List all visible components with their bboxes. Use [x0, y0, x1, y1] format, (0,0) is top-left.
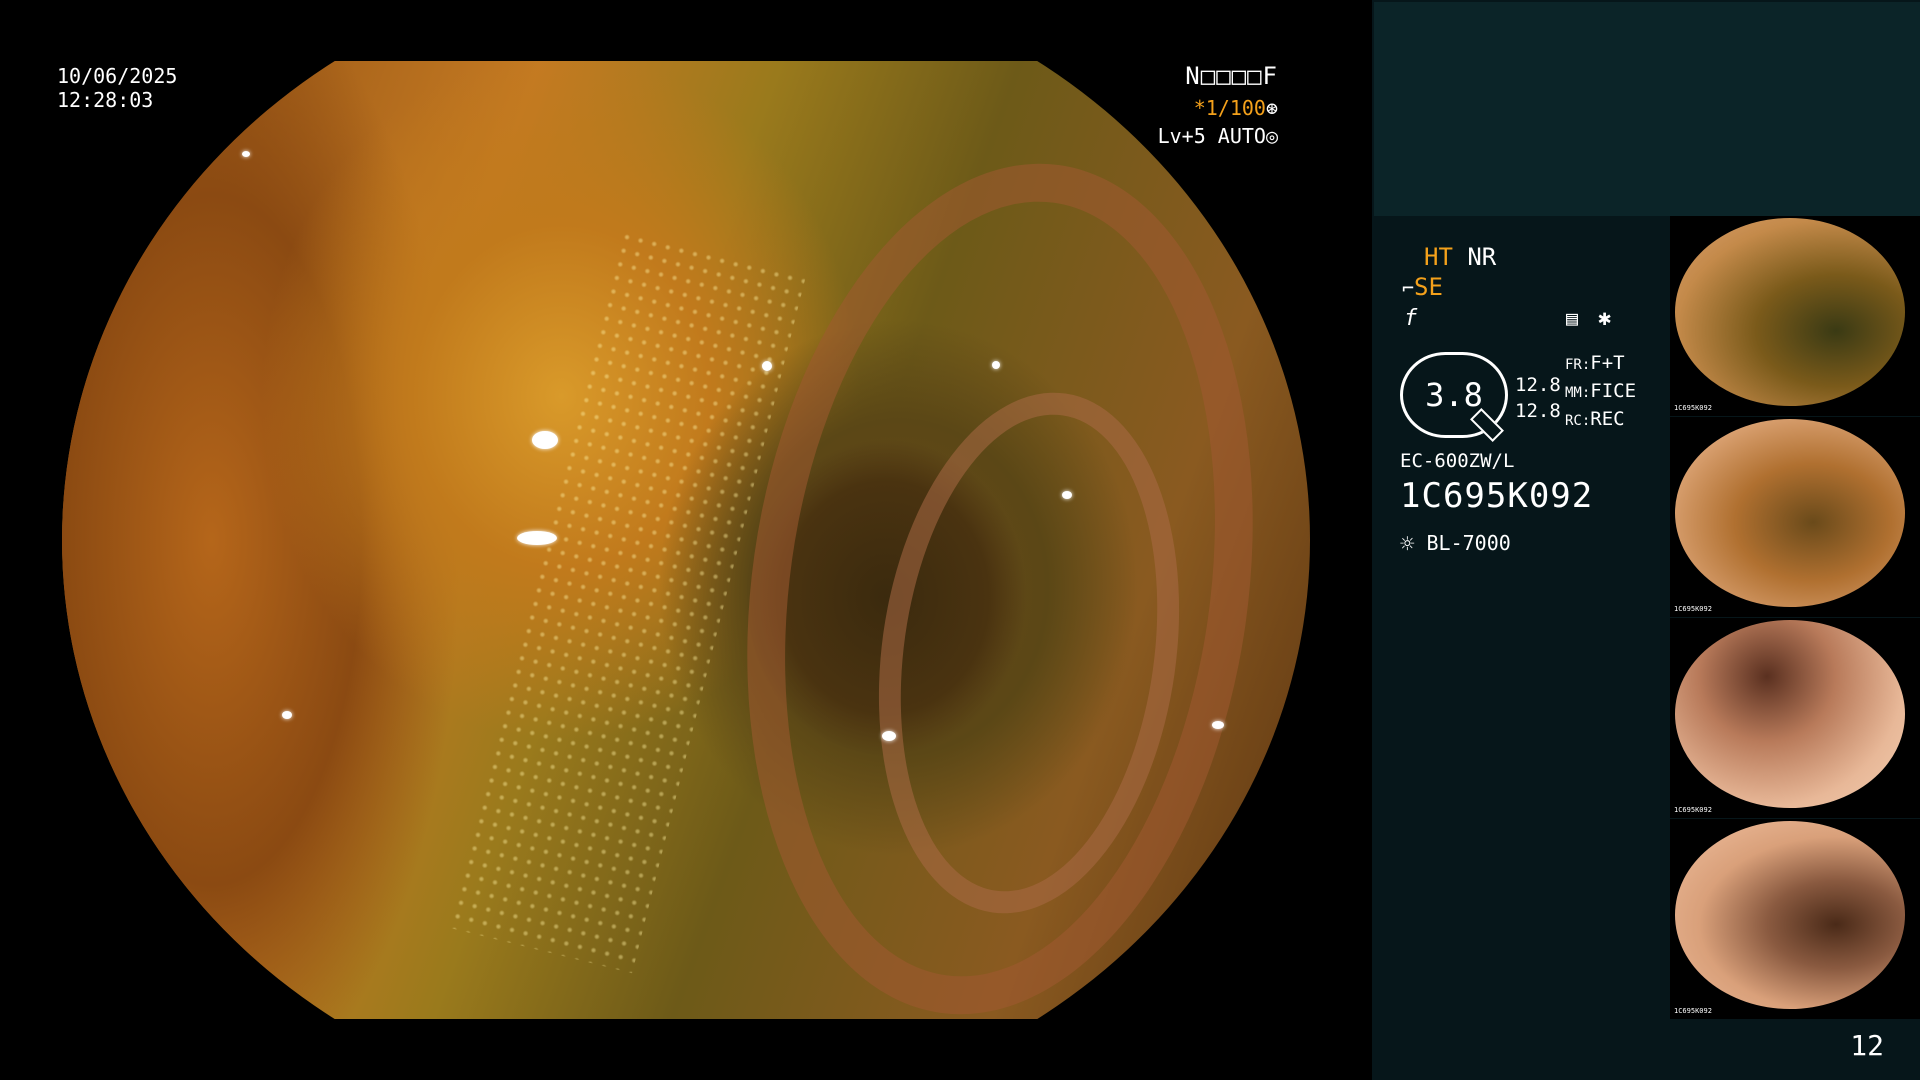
thumbnail[interactable]: 1C695K092	[1670, 618, 1920, 818]
specular-highlight	[992, 361, 1000, 369]
mm-value: FICE	[1590, 380, 1637, 402]
value-2: 12.8	[1515, 400, 1561, 422]
structure-icon: ⌐	[1402, 276, 1415, 300]
thumbnail-image	[1675, 218, 1905, 406]
device-info: HT NR ⌐SE f ▤ ✱ 3.8 12.8 12.8 FR:F+T MM:…	[1372, 240, 1672, 580]
rc-label: RC:	[1565, 413, 1591, 429]
page-number: 12	[1850, 1029, 1884, 1062]
thumbnail-image	[1675, 821, 1905, 1009]
ht-label: HT	[1424, 243, 1453, 271]
scope-model: EC-600ZW/L	[1400, 450, 1515, 472]
thumbnail-image	[1675, 419, 1905, 607]
shutter-text: *1/100	[1193, 96, 1266, 120]
settings-list-icon: ▤	[1566, 306, 1579, 330]
thumbnail-caption: 1C695K092	[1674, 806, 1712, 814]
light-source-icon: ☼	[1400, 530, 1415, 558]
fr-value: F+T	[1590, 352, 1625, 374]
specular-highlight	[762, 361, 772, 371]
zoom-badge: 3.8	[1400, 352, 1508, 442]
level-text: Lv+5 AUTO	[1157, 124, 1266, 148]
thumbnail-caption: 1C695K092	[1674, 1007, 1712, 1015]
specular-highlight	[532, 431, 558, 449]
specular-highlight	[1212, 721, 1224, 729]
specular-highlight	[1062, 491, 1072, 499]
mm-row: MM:FICE	[1565, 378, 1636, 406]
datetime: 10/06/2025 12:28:03	[57, 64, 177, 112]
se-label: SE	[1414, 273, 1443, 301]
numeric-values: 12.8 12.8	[1515, 372, 1561, 424]
capture-status: N□□□□F *1/100⊛ Lv+5 AUTO◎	[1158, 62, 1278, 150]
rc-row: RC:REC	[1565, 406, 1636, 434]
endoscopic-view	[62, 61, 1310, 1019]
light-source: ☼ BL-7000	[1400, 530, 1511, 558]
mm-label: MM:	[1565, 385, 1591, 401]
shutter-speed: *1/100⊛	[1158, 94, 1278, 122]
mode-list: FR:F+T MM:FICE RC:REC	[1565, 350, 1636, 434]
value-1: 12.8	[1515, 374, 1561, 396]
date-text: 10/06/2025	[57, 64, 178, 88]
thumbnail[interactable]: 1C695K092	[1670, 216, 1920, 416]
fr-row: FR:F+T	[1565, 350, 1636, 378]
thumbnail-caption: 1C695K092	[1674, 605, 1712, 613]
nr-label: NR	[1467, 243, 1497, 271]
iris-icon: ◎	[1265, 124, 1278, 148]
panel-header-area	[1374, 2, 1920, 216]
enhancement-row: HT NR	[1424, 243, 1496, 271]
rc-value: REC	[1590, 408, 1625, 430]
fr-label: FR:	[1565, 357, 1591, 373]
freeze-icon: f	[1404, 306, 1418, 331]
asterisk-icon: ✱	[1598, 306, 1612, 331]
thumbnail[interactable]: 1C695K092	[1670, 417, 1920, 617]
thumbnail-caption: 1C695K092	[1674, 404, 1712, 412]
time-text: 12:28:03	[57, 88, 154, 112]
specular-highlight	[282, 711, 292, 719]
specular-highlight	[882, 731, 896, 741]
thumbnail-image	[1675, 620, 1905, 808]
thumbnail-strip: 1C695K092 1C695K092 1C695K092 1C695K092	[1670, 216, 1920, 1020]
aperture-icon: ⊛	[1265, 96, 1278, 120]
light-source-text: BL-7000	[1426, 531, 1511, 555]
thumbnail[interactable]: 1C695K092	[1670, 819, 1920, 1019]
specular-highlight	[517, 531, 557, 545]
patient-id: N□□□□F	[1185, 62, 1278, 90]
scope-serial: 1C695K092	[1400, 476, 1594, 516]
brightness-level: Lv+5 AUTO◎	[1158, 122, 1278, 150]
zoom-value: 3.8	[1425, 376, 1483, 414]
specular-highlight	[242, 151, 250, 157]
pen-icon	[1470, 408, 1504, 442]
structure-row: ⌐SE	[1402, 273, 1443, 301]
